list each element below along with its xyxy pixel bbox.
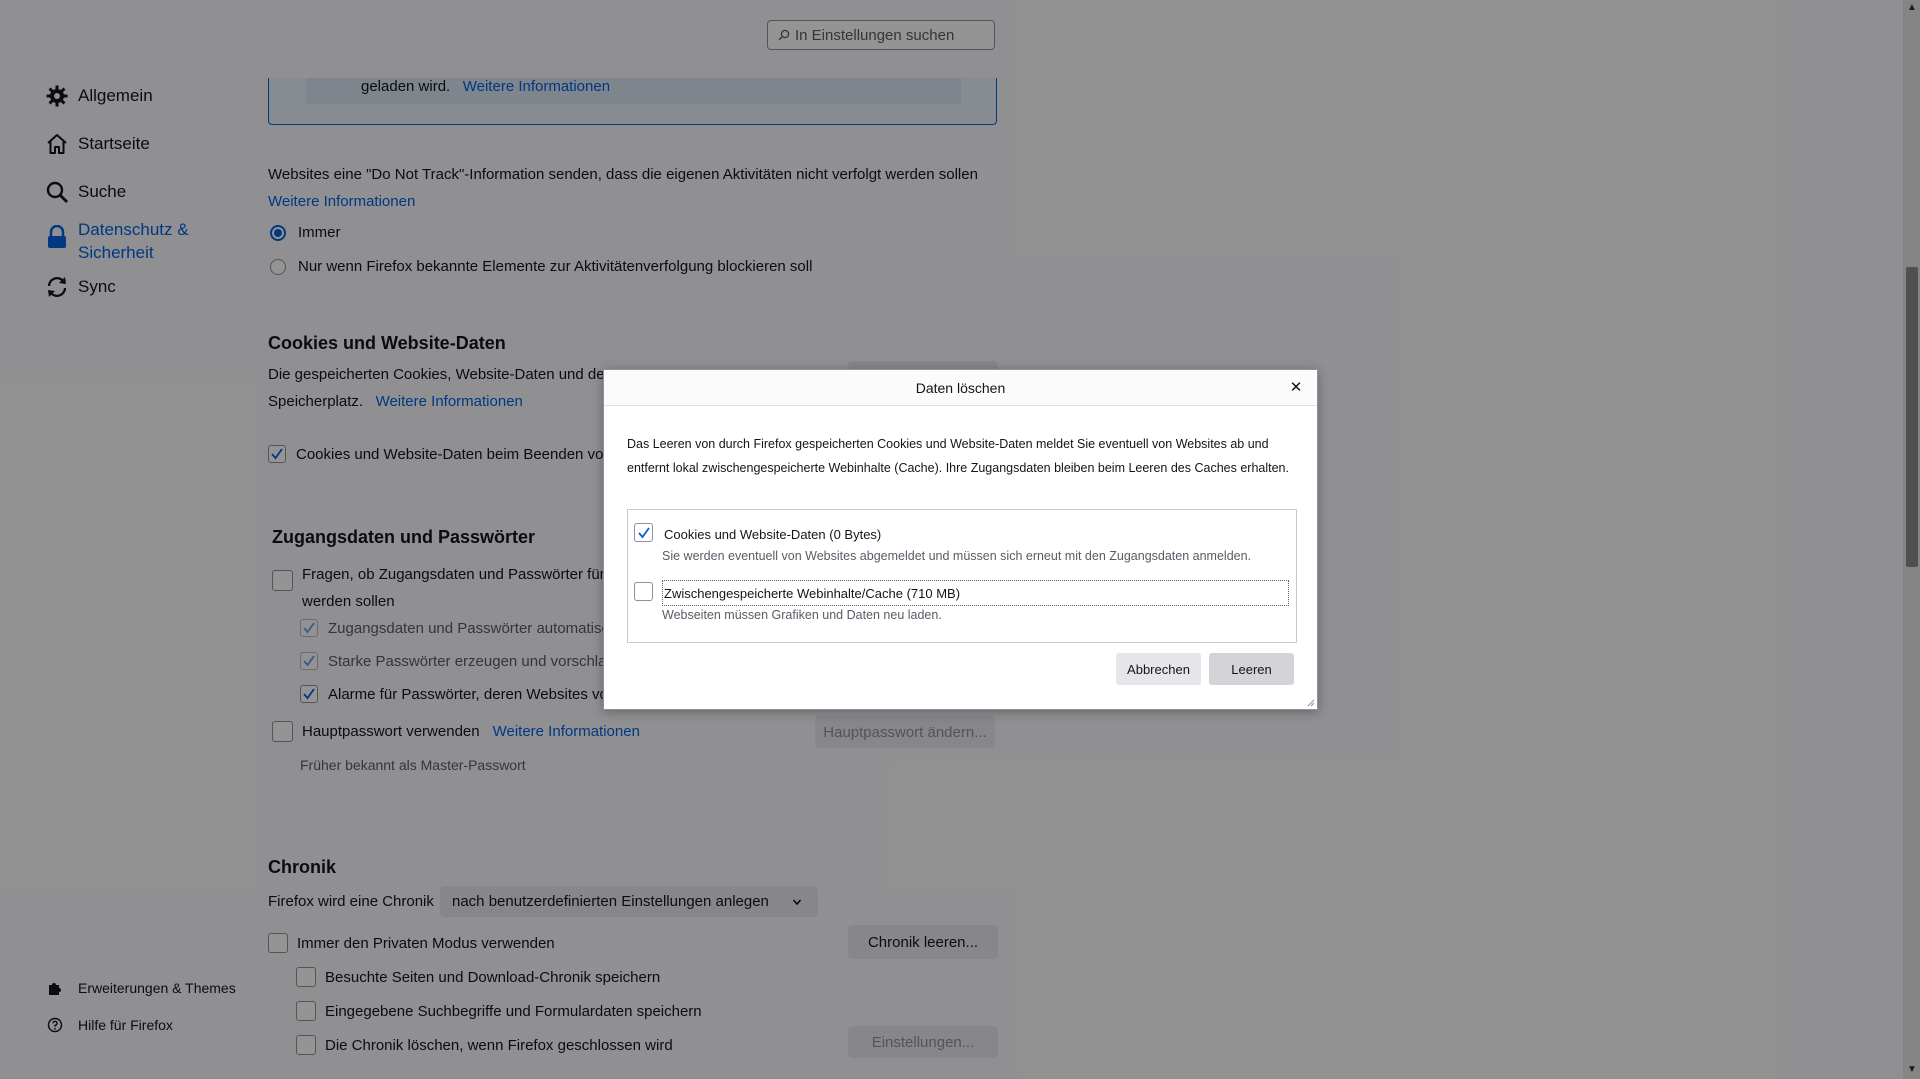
option-cookies-label[interactable]: Cookies und Website-Daten (0 Bytes) [664, 527, 881, 542]
option-cookies-sub: Sie werden eventuell von Websites abgeme… [662, 549, 1252, 563]
dialog-title: Daten löschen [604, 370, 1317, 406]
cancel-button[interactable]: Abbrechen [1116, 653, 1201, 685]
option-cache-sub: Webseiten müssen Grafiken und Daten neu … [662, 608, 942, 622]
checkbox-cache[interactable] [634, 582, 653, 601]
clear-button[interactable]: Leeren [1209, 653, 1294, 685]
close-icon[interactable]: ✕ [1285, 376, 1307, 398]
dialog-description: Das Leeren von durch Firefox gespeichert… [627, 437, 1289, 475]
resize-grip-icon[interactable] [1305, 697, 1315, 707]
checkbox-cookies[interactable] [634, 523, 653, 542]
clear-data-dialog: Daten löschen ✕ Das Leeren von durch Fir… [603, 369, 1318, 710]
option-cache-label[interactable]: Zwischengespeicherte Webinhalte/Cache (7… [664, 586, 960, 601]
dialog-options-box: Cookies und Website-Daten (0 Bytes) Sie … [627, 509, 1297, 643]
